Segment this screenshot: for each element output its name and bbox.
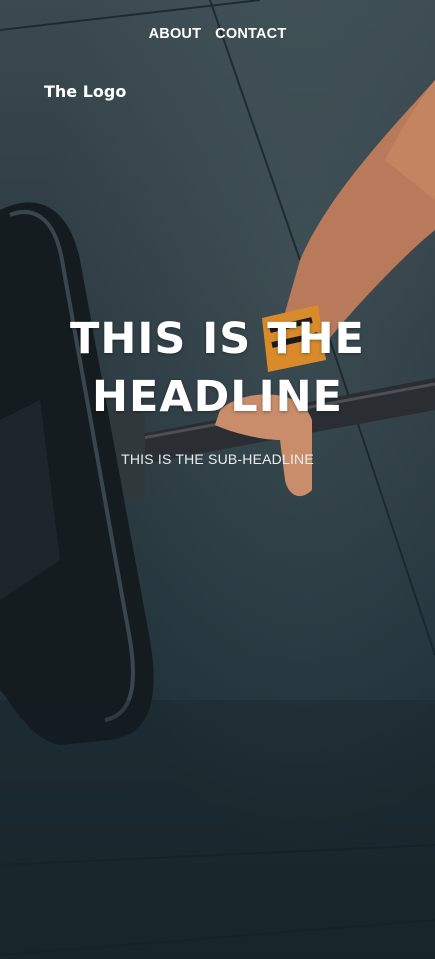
hero-headline: THIS IS THE HEADLINE [70, 314, 365, 422]
hero-subheadline: THIS IS THE SUB-HEADLINE [121, 451, 314, 467]
nav-contact-link[interactable]: CONTACT [215, 26, 286, 42]
nav-about-link[interactable]: ABOUT [149, 26, 202, 42]
site-logo[interactable]: The Logo [44, 82, 126, 101]
barbell-photo-icon [0, 0, 435, 959]
top-nav: ABOUT CONTACT [0, 26, 435, 42]
hero-background-image [0, 0, 435, 959]
